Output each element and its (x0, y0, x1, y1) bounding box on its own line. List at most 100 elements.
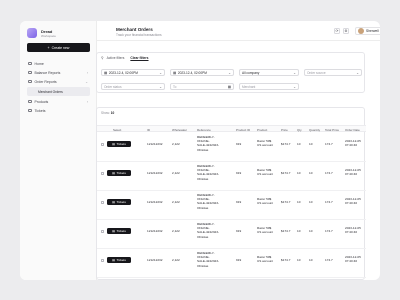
product-line: US account (257, 201, 273, 206)
cell-order-date: 2023-12-05 07:40:40 (345, 168, 361, 176)
sidebar-item-label: Tickets (34, 108, 46, 113)
cell-product: Razer 50$ US account (257, 226, 273, 234)
row-checkbox[interactable] (101, 200, 104, 204)
cell-product-id: 919 (236, 258, 242, 262)
refresh-icon[interactable]: ⟳ (334, 28, 340, 34)
cell-order-date: 2023-12-05 07:40:40 (345, 139, 361, 147)
cell-quantity: 10 (309, 229, 313, 233)
table-row[interactable]: ▤ Tickets 121212232 2,122 919 $174.7 10 10 174.7… (97, 249, 366, 278)
filter-icon: ⚲ (101, 56, 104, 60)
col-order-date[interactable]: Order Date (345, 128, 360, 132)
chevron-down-icon: ⌄ (228, 70, 231, 75)
row-checkbox[interactable] (101, 229, 104, 233)
cell-total-price: 174.7 (325, 229, 333, 233)
product-line: US account (257, 230, 273, 235)
table-row[interactable]: ▤ Tickets 121212232 2,122 919 $174.7 10 10 174.7… (97, 191, 366, 220)
sidebar-item-home[interactable]: Home (27, 59, 90, 68)
order-status-select[interactable]: Order status ⌄ (101, 83, 165, 90)
ticket-icon (28, 108, 32, 113)
reference-line: Ohitolas (197, 147, 209, 152)
sidebar-subitem-merchant-orders[interactable]: Merchant Orders (27, 87, 90, 96)
order-source-select[interactable]: Order source ⌄ (304, 69, 362, 76)
product-line: US account (257, 259, 273, 264)
col-reference[interactable]: Reference (197, 128, 211, 132)
cell-wholesaler: 2,122 (172, 229, 180, 233)
company-select[interactable]: All company ⌄ (239, 69, 299, 76)
merchant-placeholder: Merchant (242, 84, 256, 89)
sidebar: Dread Workspace + Create new Home Balanc… (20, 21, 97, 280)
chevron-down-icon: ⌄ (293, 70, 296, 75)
row-checkbox[interactable] (101, 258, 104, 262)
reference-line: Ohitolas (197, 263, 209, 268)
cell-product: Razer 50$ US account (257, 255, 273, 263)
clear-filters-link[interactable]: Clear filters (130, 56, 148, 60)
col-total-price[interactable]: Total Price (325, 128, 339, 132)
col-price[interactable]: Price (281, 128, 288, 132)
sidebar-nav: Home Balance Reports › Order Reports ⌄ M… (27, 59, 90, 115)
cell-reference: REDEEMLY- ONLINE- SALE-4242323- Ohitolas (197, 135, 219, 152)
col-id[interactable]: ID (147, 128, 150, 132)
order-source-placeholder: Order source (307, 70, 326, 75)
calendar-icon: ▦ (227, 84, 231, 89)
table-row[interactable]: ▤ Tickets 121212232 2,122 919 $174.7 10 10 174.7… (97, 162, 366, 191)
create-new-button[interactable]: + Create new (27, 43, 90, 52)
col-quantity[interactable]: Quantity (309, 128, 320, 132)
date-to-picker[interactable]: ▦ 2023-12-4, 02:00PM ⌄ (170, 69, 234, 76)
row-checkbox[interactable] (101, 142, 104, 146)
filters-panel: ⚲ Active filters Clear filters ▦ 2023-12… (96, 52, 365, 93)
cell-product: Razer 50$ US account (257, 197, 273, 205)
sidebar-item-products[interactable]: Products › (27, 97, 90, 106)
chevron-right-icon: › (86, 99, 88, 104)
ticket-icon: ▤ (112, 142, 115, 146)
tickets-button[interactable]: ▤ Tickets (107, 170, 131, 176)
cell-price: $174.7 (281, 229, 291, 233)
col-product[interactable]: Product (257, 128, 267, 132)
sidebar-item-tickets[interactable]: Tickets (27, 106, 90, 115)
page-subtitle: Track your financial transactions (116, 33, 162, 37)
col-product-id[interactable]: Product ID (236, 128, 250, 132)
sidebar-item-balance-reports[interactable]: Balance Reports › (27, 68, 90, 77)
tickets-button[interactable]: ▤ Tickets (107, 199, 131, 205)
to-date-field[interactable]: To ▦ (170, 83, 234, 90)
table-row[interactable]: ▤ Tickets 121212232 2,122 919 $174.7 10 10 174.7… (97, 220, 366, 249)
reference-line: SALE-4242323- (197, 201, 220, 206)
order-status-placeholder: Order status (104, 84, 122, 89)
date-from-picker[interactable]: ▦ 2023-12-4, 02:00PM ⌄ (101, 69, 165, 76)
order-date-line: 07:40:40 (345, 259, 358, 264)
tickets-button[interactable]: ▤ Tickets (107, 228, 131, 234)
cell-qty: 10 (297, 171, 301, 175)
col-wholesaler[interactable]: Wholesaler (172, 128, 187, 132)
tickets-button[interactable]: ▤ Tickets (107, 257, 131, 263)
cell-product-id: 919 (236, 142, 242, 146)
reference-line: SALE-4242323- (197, 230, 220, 235)
cell-wholesaler: 2,122 (172, 171, 180, 175)
cell-price: $174.7 (281, 258, 291, 262)
cell-total-price: 174.7 (325, 258, 333, 262)
tickets-button[interactable]: ▤ Tickets (107, 141, 131, 147)
col-select[interactable]: Select (113, 128, 121, 132)
user-menu[interactable]: Sherwell ⌄ (355, 27, 380, 35)
cell-quantity: 10 (309, 200, 313, 204)
merchant-select[interactable]: Merchant ⌄ (239, 83, 299, 90)
cell-total-price: 174.7 (325, 142, 333, 146)
tickets-button-label: Tickets (116, 200, 126, 204)
tickets-button-label: Tickets (116, 229, 126, 233)
cell-id: 121212232 (147, 229, 163, 233)
sidebar-item-order-reports[interactable]: Order Reports ⌄ (27, 77, 90, 86)
cell-product-id: 919 (236, 171, 242, 175)
cell-product: Razer 50$ US account (257, 139, 273, 147)
cell-product: Razer 50$ US account (257, 168, 273, 176)
col-qty[interactable]: Qty (297, 128, 302, 132)
gear-icon[interactable]: ⚙ (343, 28, 349, 34)
cell-total-price: 174.7 (325, 200, 333, 204)
row-checkbox[interactable] (101, 171, 104, 175)
orders-table-card: Show: 10 Select ID Wholesaler Reference … (96, 107, 366, 280)
date-from-value: 2023-12-4, 02:00PM (108, 70, 138, 75)
brand[interactable]: Dread Workspace (27, 28, 56, 38)
cell-quantity: 10 (309, 171, 313, 175)
show-count[interactable]: Show: 10 (101, 111, 114, 115)
reference-line: Ohitolas (197, 234, 209, 239)
active-filters-bar: ⚲ Active filters Clear filters (101, 56, 149, 60)
sidebar-item-label: Order Reports (34, 79, 57, 84)
table-row[interactable]: ▤ Tickets 121212232 2,122 919 $174.7 10 10 174.7… (97, 133, 366, 162)
